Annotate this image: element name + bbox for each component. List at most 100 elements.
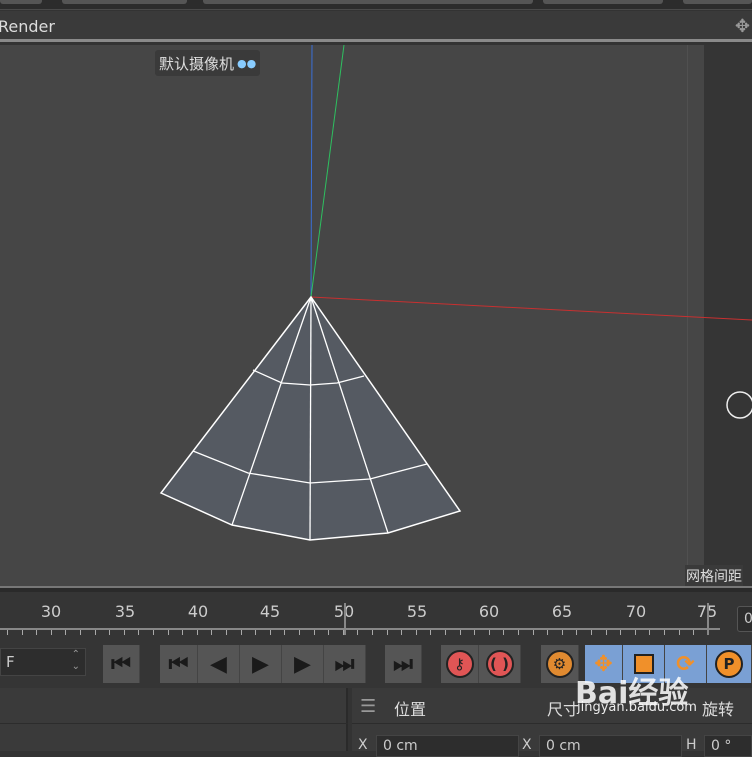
timeline-tick	[620, 630, 622, 635]
3d-viewport[interactable]: 默认摄像机 ●● 网格间距	[0, 45, 752, 586]
timeline-tick	[415, 630, 417, 635]
move-view-icon[interactable]: ✥	[735, 16, 750, 37]
timeline-label: 65	[551, 602, 573, 621]
go-to-start-button[interactable]: ⏮	[103, 645, 140, 683]
timeline-tick	[430, 630, 432, 635]
timeline-tick	[357, 630, 359, 635]
play-button[interactable]: ▶	[240, 645, 282, 683]
size-x-input[interactable]: 0 cm	[539, 735, 682, 757]
timeline-label: 70	[625, 602, 647, 621]
timeline-label: 40	[187, 602, 209, 621]
previous-frame-button[interactable]: ◀	[198, 645, 240, 683]
position-header: 位置	[394, 700, 427, 719]
timeline-tick	[503, 630, 505, 635]
timeline-tick	[138, 630, 140, 635]
timeline-label: 60	[478, 602, 500, 621]
timeline-tick	[401, 630, 403, 635]
menu-icon[interactable]: ☰	[360, 696, 376, 717]
rotation-h-input[interactable]: 0 °	[704, 735, 752, 757]
next-key-button[interactable]: ⏭	[324, 645, 366, 683]
record-keys-button[interactable]: ⚷	[441, 645, 479, 683]
timeline-tick	[693, 630, 695, 635]
x-axis-line	[310, 296, 752, 321]
camera-label-text: 默认摄像机	[159, 54, 235, 73]
timeline-tick	[532, 630, 534, 635]
timeline-tick	[269, 630, 271, 635]
timeline-tick	[678, 630, 680, 635]
autokey-icon: ( )	[485, 650, 514, 678]
timeline-tick	[36, 630, 38, 635]
watermark-url: jingyan.baidu.com	[577, 700, 697, 715]
light-gizmo	[726, 391, 752, 419]
timeline-tick	[94, 630, 96, 635]
timeline-label: 55	[406, 602, 428, 621]
camera-icon: ●●	[237, 56, 257, 70]
timeline-marker	[344, 603, 346, 635]
viewport-menu-render[interactable]: Render	[0, 17, 55, 36]
timeline-end-marker[interactable]	[707, 603, 709, 635]
p-icon: P	[715, 650, 743, 678]
timeline-tick	[634, 630, 636, 635]
timeline-tick	[167, 630, 169, 635]
timeline-tick	[284, 630, 286, 635]
timeline-tick	[445, 630, 446, 635]
grid-spacing-label: 网格间距	[685, 565, 743, 586]
timeline-tick	[649, 630, 651, 635]
timeline-tick	[153, 630, 154, 635]
timeline-tick	[255, 630, 257, 635]
viewport-header: Render ✥	[0, 11, 752, 42]
timeline-tick	[65, 630, 67, 635]
frame-field-value: F	[6, 653, 15, 671]
next-frame-button[interactable]: ▶	[282, 645, 324, 683]
coordinates-panel: ☰ 位置 尺寸 旋转 X 0 cm X 0 cm H 0 °	[352, 688, 752, 757]
timeline-tick	[240, 630, 242, 635]
timeline-tick	[7, 630, 8, 635]
keyframe-settings-button[interactable]: ⚙	[541, 645, 579, 683]
timeline-tick	[299, 630, 300, 635]
auto-key-button[interactable]: ( )	[479, 645, 521, 683]
timeline-tick	[109, 630, 111, 635]
gear-icon: ⚙	[545, 650, 574, 678]
timeline-tick	[576, 630, 578, 635]
timeline-tick	[80, 630, 81, 635]
timeline-tick	[664, 630, 665, 635]
timeline-tick	[474, 630, 476, 635]
timeline-track[interactable]	[0, 628, 720, 630]
timeline-tick	[605, 630, 607, 635]
spinner-icon[interactable]: ⌃ ⌄	[72, 649, 80, 673]
timeline-tick	[182, 630, 184, 635]
timeline-tick	[226, 630, 227, 635]
timeline-tick	[313, 630, 315, 635]
rotation-header: 旋转	[702, 700, 735, 719]
parameter-tool-button[interactable]: P	[707, 645, 752, 683]
y-axis-line	[310, 45, 313, 298]
timeline-tick	[386, 630, 388, 635]
key-icon: ⚷	[445, 650, 474, 678]
timeline-tick	[328, 630, 330, 635]
scene	[159, 45, 752, 541]
go-to-end-button[interactable]: ⏭	[385, 645, 422, 683]
timeline[interactable]: 30 35 40 45 50 55 60 65 70 75	[0, 592, 752, 642]
timeline-tick	[591, 630, 592, 635]
timeline-tick	[518, 630, 519, 635]
timeline-label: 45	[259, 602, 281, 621]
timeline-tick	[21, 630, 23, 635]
timeline-tick	[547, 630, 549, 635]
timeline-tick	[488, 630, 490, 635]
previous-key-button[interactable]: ⏮	[160, 645, 198, 683]
object-panel	[0, 688, 348, 751]
current-frame-field[interactable]: 0	[737, 606, 752, 632]
timeline-label: 35	[114, 602, 136, 621]
position-x-input[interactable]: 0 cm	[376, 735, 519, 757]
timeline-tick	[196, 630, 198, 635]
timeline-tick	[372, 630, 373, 635]
timeline-tick	[123, 630, 125, 635]
timeline-label: 30	[40, 602, 62, 621]
timeline-tick	[459, 630, 461, 635]
top-toolbar	[0, 0, 752, 10]
timeline-tick	[561, 630, 563, 635]
timeline-tick	[50, 630, 52, 635]
timeline-tick	[211, 630, 213, 635]
frame-field[interactable]: F ⌃ ⌄	[0, 648, 86, 676]
z-axis-line	[310, 45, 345, 298]
